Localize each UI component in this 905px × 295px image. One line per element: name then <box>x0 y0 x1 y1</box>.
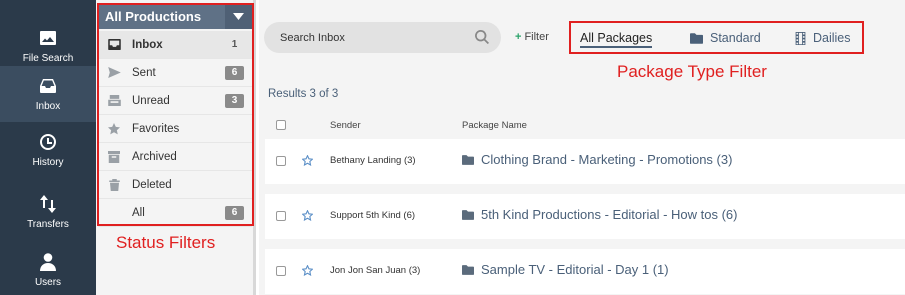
status-filter-label: Favorites <box>132 122 180 135</box>
image-icon <box>39 29 57 47</box>
transfer-arrows-icon <box>39 194 57 213</box>
count-badge: 3 <box>225 94 244 108</box>
search-placeholder: Search Inbox <box>280 31 345 44</box>
nav-item-label: Inbox <box>35 100 61 112</box>
tab-all-packages[interactable]: All Packages <box>580 31 653 48</box>
folder-icon <box>462 209 474 220</box>
tab-label: Standard <box>710 31 761 45</box>
send-icon <box>107 66 121 80</box>
status-filter-label: Archived <box>132 150 177 163</box>
folder-icon <box>462 264 474 275</box>
status-filter-archived[interactable]: Archived <box>98 143 252 171</box>
status-filter-label: All <box>132 206 145 219</box>
left-nav: File Search Inbox History Transfers User… <box>0 0 96 295</box>
status-filter-label: Sent <box>132 66 156 79</box>
folder-icon <box>462 154 474 165</box>
star-icon[interactable] <box>301 263 314 281</box>
archive-box-icon <box>107 150 121 164</box>
search-icon[interactable] <box>475 30 489 47</box>
row-package-name: Sample TV - Editorial - Day 1 (1) <box>481 262 669 277</box>
nav-item-label: Users <box>34 276 62 288</box>
plus-icon: + <box>515 31 522 43</box>
tab-label: Dailies <box>813 31 851 45</box>
nav-item-transfers[interactable]: Transfers <box>0 184 96 240</box>
nav-item-users[interactable]: Users <box>0 242 96 295</box>
count-badge: 1 <box>231 39 238 50</box>
row-checkbox[interactable] <box>276 211 286 221</box>
tab-dailies[interactable]: Dailies <box>795 31 851 45</box>
production-selector[interactable]: All Productions <box>98 4 252 29</box>
status-filter-deleted[interactable]: Deleted <box>98 171 252 199</box>
inbox-icon <box>39 77 57 95</box>
results-count: Results 3 of 3 <box>268 88 339 100</box>
tab-standard[interactable]: Standard <box>690 31 761 45</box>
star-icon[interactable] <box>301 153 314 171</box>
add-filter-button[interactable]: + Filter <box>515 31 549 43</box>
status-filter-sent[interactable]: Sent 6 <box>98 59 252 87</box>
star-icon[interactable] <box>301 208 314 226</box>
row-package-link[interactable]: Clothing Brand - Marketing - Promotions … <box>462 152 732 167</box>
package-type-filter-annotation: Package Type Filter <box>617 62 767 81</box>
caret-down-icon[interactable] <box>225 4 252 29</box>
user-icon <box>39 252 57 271</box>
main-content: Search Inbox + Filter All Packages Standa… <box>259 0 905 295</box>
nav-item-label: History <box>32 156 64 168</box>
row-package-link[interactable]: Sample TV - Editorial - Day 1 (1) <box>462 262 669 277</box>
status-filter-all[interactable]: All 6 <box>98 199 252 227</box>
nav-item-inbox[interactable]: Inbox <box>0 66 96 122</box>
table-row[interactable]: Jon Jon San Juan (3) Sample TV - Editori… <box>265 249 905 294</box>
status-filter-unread[interactable]: Unread 3 <box>98 87 252 115</box>
count-badge: 6 <box>225 206 244 220</box>
row-package-link[interactable]: 5th Kind Productions - Editorial - How t… <box>462 207 738 222</box>
filter-button-label: Filter <box>524 31 549 43</box>
folder-icon <box>690 32 703 44</box>
row-package-name: Clothing Brand - Marketing - Promotions … <box>481 152 733 167</box>
status-filters-annotation: Status Filters <box>116 233 216 252</box>
row-package-name: 5th Kind Productions - Editorial - How t… <box>481 207 738 222</box>
status-filter-inbox[interactable]: Inbox 1 <box>98 31 252 59</box>
status-filter-label: Unread <box>132 94 170 107</box>
production-selector-label: All Productions <box>105 9 202 24</box>
status-filter-label: Inbox <box>132 38 163 51</box>
row-checkbox[interactable] <box>276 156 286 166</box>
film-strip-icon <box>795 31 806 45</box>
unread-tray-icon <box>107 94 121 108</box>
table-row[interactable]: Support 5th Kind (6) 5th Kind Production… <box>265 194 905 239</box>
count-badge: 6 <box>225 66 244 80</box>
row-checkbox[interactable] <box>276 266 286 276</box>
status-filter-label: Deleted <box>132 178 172 191</box>
row-sender: Bethany Landing (3) <box>330 155 416 166</box>
status-filter-favorites[interactable]: Favorites <box>98 115 252 143</box>
nav-item-history[interactable]: History <box>0 122 96 178</box>
package-type-filter: All Packages Standard Dailies <box>569 21 864 54</box>
row-sender: Support 5th Kind (6) <box>330 210 416 221</box>
status-filter-list: Inbox 1 Sent 6 Unread 3 Favorites Archiv… <box>98 31 252 227</box>
clock-icon <box>39 133 57 151</box>
table-row[interactable]: Bethany Landing (3) Clothing Brand - Mar… <box>265 139 905 184</box>
search-input[interactable]: Search Inbox <box>264 22 501 53</box>
inbox-icon <box>107 38 121 52</box>
column-header-sender: Sender <box>330 120 361 131</box>
table-header: Sender Package Name <box>259 110 905 140</box>
row-sender: Jon Jon San Juan (3) <box>330 265 421 276</box>
tab-label: All Packages <box>580 31 653 45</box>
select-all-checkbox[interactable] <box>276 120 286 130</box>
trash-icon <box>107 178 121 192</box>
nav-item-label: Transfers <box>27 218 69 230</box>
nav-item-label: File Search <box>22 52 74 64</box>
star-icon <box>107 122 121 136</box>
column-header-package-name: Package Name <box>462 120 527 131</box>
